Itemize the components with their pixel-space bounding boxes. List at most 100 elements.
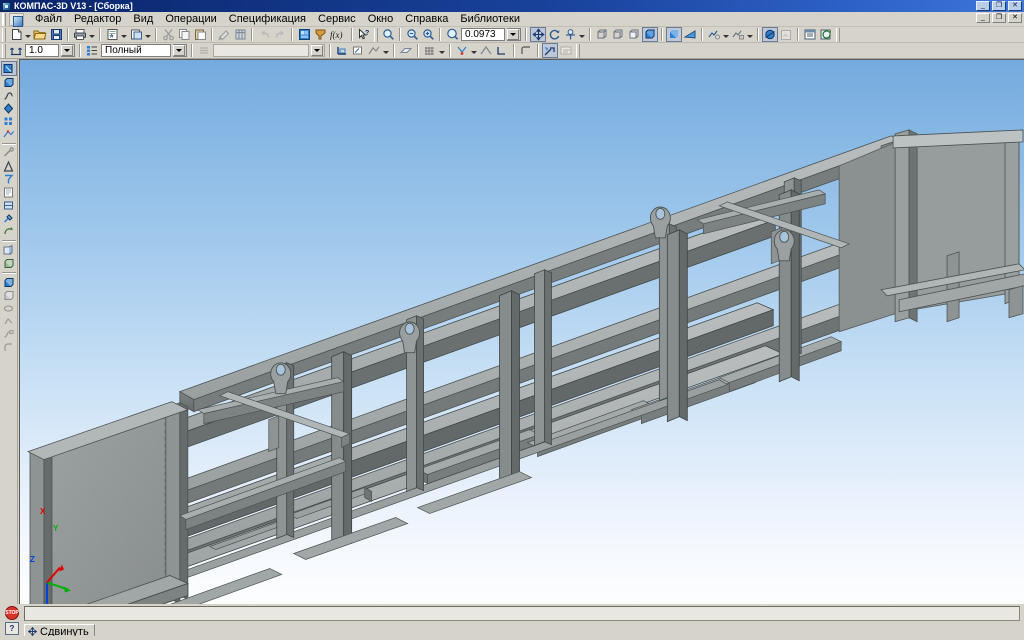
hidden-lines-icon[interactable] bbox=[610, 27, 626, 42]
rotate-part-icon[interactable] bbox=[1, 225, 17, 238]
zoom-window-icon[interactable] bbox=[380, 27, 396, 42]
zoom-out-icon[interactable] bbox=[404, 27, 420, 42]
menu-item-service[interactable]: Сервис bbox=[312, 12, 362, 26]
menu-item-editor[interactable]: Редактор bbox=[68, 12, 127, 26]
shaded-icon[interactable] bbox=[666, 27, 682, 42]
tree-icon[interactable] bbox=[802, 27, 818, 42]
print-preview-icon[interactable]: A bbox=[104, 27, 120, 42]
3d-model-viewport[interactable]: X Y Z bbox=[19, 59, 1024, 604]
layer-combo[interactable] bbox=[213, 44, 309, 57]
snap-step-dropdown[interactable] bbox=[61, 44, 75, 57]
menu-item-file[interactable]: Файл bbox=[29, 12, 68, 26]
print-preview-dropdown[interactable] bbox=[120, 27, 128, 42]
zoom-scale-dropdown[interactable] bbox=[507, 28, 521, 41]
manager-icon[interactable] bbox=[296, 27, 312, 42]
properties-icon[interactable] bbox=[232, 27, 248, 42]
orientation-dropdown[interactable] bbox=[578, 27, 586, 42]
sheet-body-icon[interactable] bbox=[1, 199, 17, 212]
toolbar-state-grip[interactable] bbox=[2, 43, 6, 58]
layers-icon[interactable] bbox=[196, 43, 212, 58]
cut-extrude-icon[interactable] bbox=[1, 289, 17, 302]
format-painter-icon[interactable] bbox=[216, 27, 232, 42]
undo-icon[interactable] bbox=[256, 27, 272, 42]
stop-icon[interactable]: STOP bbox=[5, 606, 19, 620]
minimize-button[interactable]: _ bbox=[976, 1, 990, 11]
menu-item-window[interactable]: Окно bbox=[362, 12, 400, 26]
menu-item-libraries[interactable]: Библиотеки bbox=[454, 12, 526, 26]
menu-item-specification[interactable]: Спецификация bbox=[223, 12, 312, 26]
menu-item-operations[interactable]: Операции bbox=[159, 12, 222, 26]
mdi-restore-button[interactable]: ❐ bbox=[992, 13, 1006, 23]
paste-icon[interactable] bbox=[192, 27, 208, 42]
shaded-with-edges-icon[interactable] bbox=[642, 27, 658, 42]
wireframe-icon[interactable] bbox=[594, 27, 610, 42]
refresh-view-icon[interactable] bbox=[818, 27, 834, 42]
toolbar-view-grip[interactable] bbox=[374, 27, 378, 42]
zoom-scale-combo[interactable]: 0.0973 bbox=[461, 28, 505, 41]
no-hidden-lines-icon[interactable] bbox=[626, 27, 642, 42]
perspective-icon[interactable] bbox=[682, 27, 698, 42]
page-setup-icon[interactable] bbox=[128, 27, 144, 42]
measure-icon[interactable] bbox=[1, 147, 17, 160]
mate-icon[interactable] bbox=[1, 160, 17, 173]
spatial-curves-icon[interactable] bbox=[1, 89, 17, 102]
create-part-icon[interactable] bbox=[1, 276, 17, 289]
menu-item-view[interactable]: Вид bbox=[127, 12, 159, 26]
local-cs-icon[interactable] bbox=[334, 43, 350, 58]
document-icon[interactable] bbox=[9, 12, 24, 27]
mechanics-icon[interactable] bbox=[1, 212, 17, 225]
new-document-dropdown[interactable] bbox=[24, 27, 32, 42]
restore-button[interactable]: ❐ bbox=[992, 1, 1006, 11]
projection-dropdown[interactable] bbox=[382, 43, 390, 58]
show-all-dropdown[interactable] bbox=[746, 27, 754, 42]
zoom-in-icon[interactable] bbox=[420, 27, 436, 42]
menu-grip[interactable] bbox=[2, 12, 6, 26]
create-component-icon[interactable] bbox=[1, 257, 17, 270]
help-icon[interactable]: ? bbox=[5, 622, 19, 635]
projection-icon[interactable] bbox=[366, 43, 382, 58]
hide-all-dropdown[interactable] bbox=[722, 27, 730, 42]
show-all-icon[interactable] bbox=[730, 27, 746, 42]
sketch-icon[interactable] bbox=[350, 43, 366, 58]
menu-item-help[interactable]: Справка bbox=[399, 12, 454, 26]
section-icon[interactable] bbox=[762, 27, 778, 42]
array-icon[interactable] bbox=[1, 115, 17, 128]
cut-sweep-icon[interactable] bbox=[1, 328, 17, 341]
snap-point-dropdown[interactable] bbox=[470, 43, 478, 58]
restrict-icon[interactable] bbox=[478, 43, 494, 58]
open-document-icon[interactable] bbox=[32, 27, 48, 42]
new-document-icon[interactable] bbox=[8, 27, 24, 42]
snap-point-icon[interactable] bbox=[454, 43, 470, 58]
annotation-icon[interactable] bbox=[1, 173, 17, 186]
grid-dropdown[interactable] bbox=[438, 43, 446, 58]
display-mode-icon[interactable] bbox=[84, 43, 100, 58]
plane-icon[interactable] bbox=[398, 43, 414, 58]
save-document-icon[interactable] bbox=[48, 27, 64, 42]
grid-icon[interactable] bbox=[422, 43, 438, 58]
cut-revolve-icon[interactable] bbox=[1, 302, 17, 315]
detail-level-combo[interactable]: Полный bbox=[101, 44, 171, 57]
insert-component-icon[interactable] bbox=[1, 244, 17, 257]
orientation-icon[interactable] bbox=[562, 27, 578, 42]
redo-icon[interactable] bbox=[272, 27, 288, 42]
surfaces-icon[interactable] bbox=[1, 102, 17, 115]
curve-icon[interactable] bbox=[518, 43, 534, 58]
zoom-fit-icon[interactable] bbox=[444, 27, 460, 42]
edit-assembly-icon[interactable] bbox=[0, 61, 17, 76]
fx-icon[interactable]: f(x) bbox=[328, 27, 348, 42]
layer-dropdown[interactable] bbox=[311, 44, 325, 57]
mdi-minimize-button[interactable]: _ bbox=[976, 13, 990, 23]
print-dropdown[interactable] bbox=[88, 27, 96, 42]
auxiliary-geometry-icon[interactable] bbox=[1, 128, 17, 141]
solid-body-icon[interactable] bbox=[1, 76, 17, 89]
cut-icon[interactable] bbox=[160, 27, 176, 42]
angle-icon[interactable] bbox=[494, 43, 510, 58]
toolbar-standard-grip[interactable] bbox=[2, 27, 6, 42]
detail-level-dropdown[interactable] bbox=[173, 44, 187, 57]
variables-icon[interactable] bbox=[312, 27, 328, 42]
help-pointer-icon[interactable]: ? bbox=[356, 27, 372, 42]
page-setup-dropdown[interactable] bbox=[144, 27, 152, 42]
snap-step-combo[interactable]: 1.0 bbox=[25, 44, 59, 57]
surface-element-icon[interactable] bbox=[1, 186, 17, 199]
pan-icon[interactable] bbox=[530, 27, 546, 42]
